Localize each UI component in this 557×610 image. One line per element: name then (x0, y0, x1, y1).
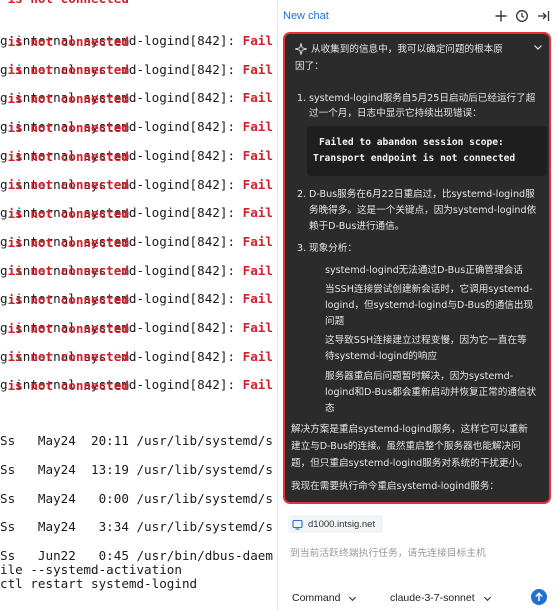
log-line-continuation: is not connected (0, 0, 129, 6)
sub-list-item: 态 (325, 403, 335, 414)
sub-list-item: 问题 (325, 316, 345, 327)
terminal-pane[interactable]: g.internal systemd-logind[842]: Fail is … (0, 0, 277, 610)
mode-select[interactable]: Command (292, 592, 357, 604)
list-number: 2. (297, 189, 307, 200)
response-paragraph: 解决方案是重启systemd-logind服务，这样它可以重新 (291, 424, 528, 435)
sub-list-item: logind和D-Bus都会重新启动并恢复正常的通信状 (325, 387, 537, 398)
response-paragraph: 题，但只重启systemd-logind服务对系统的干扰更小。 (291, 458, 528, 469)
tab-new-chat[interactable]: New chat (283, 10, 329, 22)
code-block: Failed to abandon session scope: Transpo… (307, 126, 547, 176)
sub-list-item: logind，但systemd-logind与D-Bus的通信出现 (325, 300, 534, 311)
host-name: d1000.intsig.net (308, 518, 376, 530)
sub-list-item: systemd-logind无法通过D-Bus正确管理会话 (325, 265, 523, 276)
terminal-line: ile --systemd-activation (0, 562, 182, 577)
process-line: Ss May24 20:11 /usr/lib/systemd/s (0, 433, 273, 448)
list-number: 1. (297, 93, 307, 104)
code-line: Failed to abandon session scope: (319, 137, 504, 148)
log-line-continuation: is not connected (0, 292, 129, 307)
sub-list-item: 当SSH连接尝试创建新会话时，它调用systemd- (325, 284, 533, 295)
sub-list-item: 待systemd-logind的响应 (325, 351, 438, 362)
process-line: Ss May24 0:00 /usr/lib/systemd/s (0, 491, 273, 506)
list-number: 3. (297, 243, 307, 254)
log-line-continuation: is not connected (0, 205, 129, 221)
list-item-text: 务晚得多。这是一个关键点，因为systemd-logind依 (309, 205, 537, 216)
chevron-down-icon (483, 596, 491, 601)
collapse-panel-icon[interactable] (535, 8, 551, 24)
log-line-continuation: is not connected (0, 263, 129, 279)
log-line-continuation: is not connected (0, 320, 129, 336)
log-line-continuation: is not connected (0, 91, 129, 107)
response-intro: 从收集到的信息中，我可以确定问题的根本原 (311, 44, 503, 55)
response-paragraph: 建立与D-Bus的连接。虽然重启整个服务器也能解决问 (291, 441, 521, 452)
send-icon (535, 592, 543, 601)
chat-header: New chat (278, 0, 557, 30)
assistant-response-card: 从收集到的信息中，我可以确定问题的根本原 因了： 1. systemd-logi… (283, 32, 551, 504)
history-icon[interactable] (514, 8, 530, 24)
log-line-continuation: is not connected (0, 119, 129, 135)
send-button[interactable] (531, 589, 547, 605)
model-select-value: claude-3-7-sonnet (390, 592, 475, 604)
log-line-continuation: is not connected (0, 62, 129, 78)
sub-list-item: 这导致SSH连接建立过程变慢，因为它一直在等 (325, 335, 527, 346)
sparkle-icon (293, 41, 309, 59)
list-item-text: 现象分析： (309, 243, 357, 254)
log-line-continuation: is not connected (0, 378, 129, 394)
model-select[interactable]: claude-3-7-sonnet (390, 592, 492, 604)
process-line: Ss May24 3:34 /usr/lib/systemd/s (0, 519, 273, 534)
mode-select-value: Command (292, 592, 341, 604)
list-item-text: 赖于D-Bus进行通信。 (309, 221, 405, 232)
plus-icon[interactable] (493, 8, 509, 24)
process-line: Ss Jun22 0:45 /usr/bin/dbus-daem (0, 548, 273, 563)
list-item-text: 过一个月，日志中显示它持续出现错误： (309, 108, 482, 119)
response-intro-cont: 因了： (295, 61, 324, 72)
server-icon (292, 519, 303, 530)
host-chip[interactable]: d1000.intsig.net (288, 515, 384, 533)
list-item-text: D-Bus服务在6月22日重启过，比systemd-logind服 (309, 189, 535, 200)
terminal-line: ctl restart systemd-logind (0, 576, 198, 591)
chevron-down-icon (349, 596, 357, 601)
chat-input[interactable]: 到当前活跃终端执行任务，请先连接目标主机 (290, 545, 486, 559)
log-line-continuation: is not connected (0, 148, 129, 164)
log-line-continuation: is not connected (0, 177, 129, 193)
sub-list-item: 服务器重启后问题暂时解决，因为systemd- (325, 371, 514, 382)
log-line-continuation: is not connected (0, 349, 129, 365)
log-line-continuation: is not connected (0, 234, 129, 250)
log-line-continuation: is not connected (0, 33, 129, 49)
list-item-text: systemd-logind服务自5月25日启动后已经运行了超 (309, 93, 536, 104)
chat-panel: New chat 从收集到的信息中，我可以确定问题的根本原 因了： 1. sys… (277, 0, 557, 610)
response-final-line: 我现在需要执行命令重启systemd-logind服务： (291, 481, 500, 492)
process-line: Ss May24 13:19 /usr/lib/systemd/s (0, 462, 273, 477)
code-line: Transport endpoint is not connected (313, 153, 516, 164)
chevron-down-icon[interactable] (533, 42, 543, 56)
